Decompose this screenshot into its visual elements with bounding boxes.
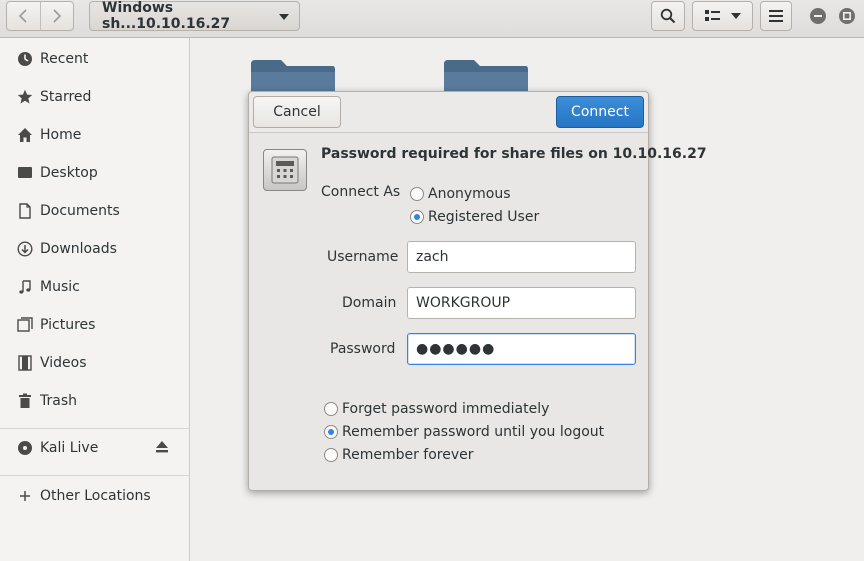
chevron-down-icon xyxy=(730,13,741,19)
pictures-icon xyxy=(16,316,34,334)
sidebar-item-recent[interactable]: Recent xyxy=(0,40,190,78)
path-bar-button[interactable]: Windows sh...10.10.16.27 xyxy=(89,0,300,32)
path-label: Windows sh...10.10.16.27 xyxy=(102,0,231,32)
radio-remember-forever[interactable]: Remember forever xyxy=(324,447,474,463)
sidebar-item-other-locations[interactable]: Other Locations xyxy=(0,477,190,515)
radio-label: Registered User xyxy=(428,209,540,225)
music-note-icon xyxy=(16,278,34,296)
navigation-buttons xyxy=(6,1,74,31)
plus-icon xyxy=(16,487,34,505)
back-arrow-icon xyxy=(19,9,27,23)
domain-input[interactable] xyxy=(407,287,636,319)
sidebar-separator xyxy=(0,475,190,476)
maximize-button[interactable] xyxy=(839,8,855,24)
sidebar-item-label: Other Locations xyxy=(40,488,151,504)
connect-button[interactable]: Connect xyxy=(556,96,644,128)
password-keypad-icon xyxy=(263,149,307,191)
path-dropdown-icon xyxy=(279,14,289,20)
sidebar-item-label: Pictures xyxy=(40,317,96,333)
trash-icon xyxy=(16,392,34,410)
radio-remember-until-logout[interactable]: Remember password until you logout xyxy=(324,424,604,440)
forward-arrow-icon xyxy=(53,9,61,23)
forward-button[interactable] xyxy=(40,1,73,31)
sidebar-item-label: Recent xyxy=(40,51,89,67)
list-view-icon xyxy=(704,10,720,21)
sidebar-item-starred[interactable]: Starred xyxy=(0,78,190,116)
sidebar-item-label: Desktop xyxy=(40,165,98,181)
download-icon xyxy=(16,240,34,258)
sidebar-item-label: Trash xyxy=(40,393,77,409)
radio-registered-user[interactable]: Registered User xyxy=(410,209,539,225)
back-button[interactable] xyxy=(7,1,40,31)
sidebar-item-label: Documents xyxy=(40,203,120,219)
home-icon xyxy=(16,126,34,144)
sidebar-item-home[interactable]: Home xyxy=(0,116,190,154)
sidebar-item-downloads[interactable]: Downloads xyxy=(0,230,190,268)
radio-label: Remember password until you logout xyxy=(342,424,605,440)
sidebar: Recent Starred Home Desktop Documents Do… xyxy=(0,38,190,561)
radio-forget-immediately[interactable]: Forget password immediately xyxy=(324,401,549,417)
radio-button[interactable] xyxy=(324,448,338,462)
sidebar-item-label: Videos xyxy=(40,355,87,371)
radio-button[interactable] xyxy=(410,210,424,224)
connect-as-label: Connect As xyxy=(321,184,401,200)
radio-anonymous[interactable]: Anonymous xyxy=(410,186,511,202)
radio-button[interactable] xyxy=(410,187,424,201)
radio-label: Forget password immediately xyxy=(342,401,550,417)
document-icon xyxy=(16,202,34,220)
desktop-icon xyxy=(16,164,34,182)
sidebar-item-music[interactable]: Music xyxy=(0,268,190,306)
menu-button[interactable] xyxy=(760,1,792,31)
cancel-button[interactable]: Cancel xyxy=(253,96,341,128)
dialog-title: Password required for share files on 10.… xyxy=(321,146,707,162)
dialog-header-bar: Cancel Connect xyxy=(249,92,648,133)
domain-label: Domain xyxy=(342,295,397,311)
search-icon xyxy=(660,8,676,24)
sidebar-item-label: Home xyxy=(40,127,82,143)
sidebar-item-label: Music xyxy=(40,279,80,295)
sidebar-item-documents[interactable]: Documents xyxy=(0,192,190,230)
minimize-icon xyxy=(814,15,822,17)
radio-button[interactable] xyxy=(324,425,338,439)
minimize-button[interactable] xyxy=(810,8,826,24)
maximize-icon xyxy=(843,12,851,20)
sidebar-item-label: Starred xyxy=(40,89,92,105)
disc-icon xyxy=(16,439,34,457)
film-icon xyxy=(16,354,34,372)
star-icon xyxy=(16,88,34,106)
clock-icon xyxy=(16,50,34,68)
eject-icon[interactable] xyxy=(155,440,169,458)
username-input[interactable] xyxy=(407,241,636,273)
view-options-button[interactable] xyxy=(692,1,753,31)
header-bar: Windows sh...10.10.16.27 xyxy=(0,0,864,38)
search-button[interactable] xyxy=(651,1,685,31)
radio-button[interactable] xyxy=(324,402,338,416)
password-label: Password xyxy=(330,341,396,357)
sidebar-item-trash[interactable]: Trash xyxy=(0,382,190,420)
radio-label: Remember forever xyxy=(342,447,474,463)
sidebar-item-videos[interactable]: Videos xyxy=(0,344,190,382)
sidebar-item-label: Downloads xyxy=(40,241,117,257)
sidebar-item-pictures[interactable]: Pictures xyxy=(0,306,190,344)
sidebar-item-desktop[interactable]: Desktop xyxy=(0,154,190,192)
menu-icon xyxy=(769,10,783,22)
sidebar-item-kali-live[interactable]: Kali Live xyxy=(0,429,190,467)
username-label: Username xyxy=(327,249,399,265)
password-dialog: Cancel Connect Password required for sha… xyxy=(248,91,707,491)
password-input[interactable] xyxy=(407,333,636,365)
sidebar-item-label: Kali Live xyxy=(40,440,99,456)
radio-label: Anonymous xyxy=(428,186,511,202)
